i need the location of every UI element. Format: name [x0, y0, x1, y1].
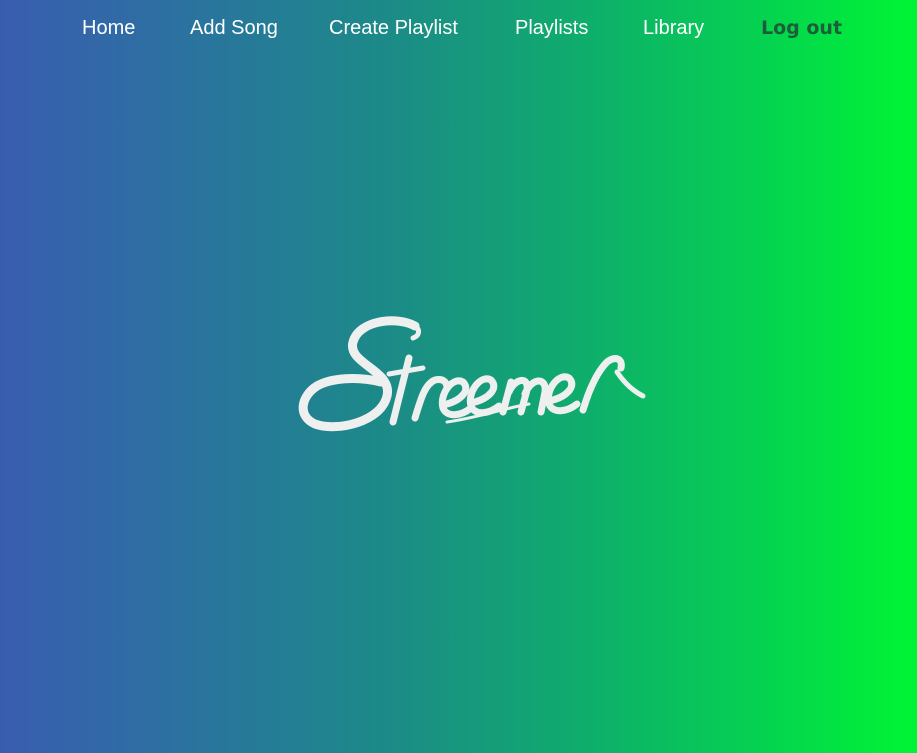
nav-create-playlist-link[interactable]: Create Playlist: [329, 15, 458, 41]
nav-home-link[interactable]: Home: [82, 15, 135, 41]
nav-logout-link[interactable]: Log out: [761, 15, 842, 41]
nav-library-link[interactable]: Library: [643, 15, 704, 41]
nav-add-song-link[interactable]: Add Song: [190, 15, 278, 41]
streemer-logo-graphic: [298, 316, 646, 432]
nav-playlists-link[interactable]: Playlists: [515, 15, 588, 41]
streemer-logo: [297, 312, 647, 442]
top-navigation: Home Add Song Create Playlist Playlists …: [0, 0, 917, 58]
